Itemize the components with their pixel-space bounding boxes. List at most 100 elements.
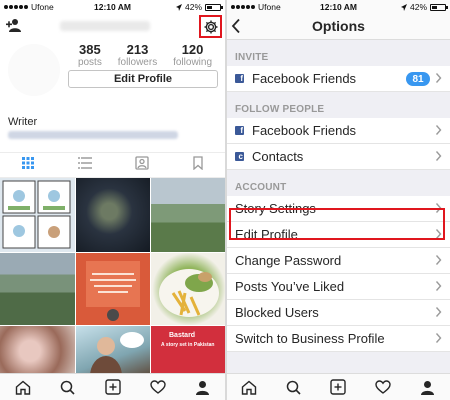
page-title: Options <box>312 18 365 34</box>
battery-percent: 42% <box>184 2 202 12</box>
stat-followers[interactable]: 213 followers <box>117 42 158 69</box>
add-post-icon[interactable] <box>328 377 348 397</box>
options-screen: Ufone 12:10 AM 42% Options INVITE f Face… <box>227 0 450 400</box>
profile-link-blurred[interactable] <box>8 131 178 139</box>
stat-label: following <box>173 57 213 68</box>
profile-icon[interactable] <box>193 377 213 397</box>
row-label: Edit Profile <box>235 227 298 242</box>
grid-photo[interactable] <box>0 326 75 376</box>
status-right: 42% <box>400 2 448 12</box>
gear-icon[interactable] <box>199 15 222 38</box>
location-icon <box>175 3 182 11</box>
profile-topbar <box>0 14 225 38</box>
section-invite: INVITE f Facebook Friends 81 <box>227 40 450 92</box>
food-photo <box>159 269 219 317</box>
grid-photo[interactable] <box>76 253 150 325</box>
stat-value: 213 <box>126 42 149 57</box>
tile-subtitle: A story set in Pakistan <box>161 342 215 348</box>
grid-photo[interactable]: Bastard A story set in Pakistan <box>151 326 225 376</box>
section-follow-people: FOLLOW PEOPLE f Facebook Friends c Conta… <box>227 92 450 170</box>
section-account: ACCOUNT Story Settings Edit Profile Chan… <box>227 170 450 352</box>
status-bar: Ufone 12:10 AM 42% <box>0 0 225 14</box>
grid-photo[interactable] <box>76 178 150 252</box>
row-label: Change Password <box>235 253 342 268</box>
home-icon[interactable] <box>13 377 33 397</box>
profile-screen: Ufone 12:10 AM 42% 385 posts 213 followe… <box>0 0 225 400</box>
chevron-right-icon <box>435 125 442 135</box>
chevron-right-icon <box>435 151 442 161</box>
edit-profile-row[interactable]: Edit Profile <box>227 222 450 248</box>
heart-icon[interactable] <box>148 377 168 397</box>
stat-following[interactable]: 120 following <box>173 42 213 69</box>
profile-stats: 385 posts 213 followers 120 following <box>70 42 220 69</box>
search-icon[interactable] <box>284 377 304 397</box>
stat-label: posts <box>77 57 102 68</box>
facebook-icon: f <box>235 126 244 135</box>
status-right: 42% <box>175 2 223 12</box>
business-profile-row[interactable]: Switch to Business Profile <box>227 326 450 352</box>
chevron-right-icon <box>435 281 442 291</box>
tagged-icon[interactable] <box>135 155 150 175</box>
chevron-right-icon <box>435 255 442 265</box>
grid-photo[interactable] <box>151 253 225 325</box>
bottom-nav <box>227 373 450 400</box>
home-icon[interactable] <box>239 377 259 397</box>
heart-icon[interactable] <box>373 377 393 397</box>
tile-title: Bastard <box>169 332 196 339</box>
bookmark-icon[interactable] <box>193 155 203 175</box>
invite-facebook-friends-row[interactable]: f Facebook Friends 81 <box>227 66 450 92</box>
username-blurred <box>60 21 150 31</box>
profile-view-tabs <box>0 152 225 178</box>
avatar[interactable] <box>8 44 60 96</box>
section-header: INVITE <box>235 52 269 63</box>
contacts-icon: c <box>235 152 244 161</box>
battery-icon <box>430 3 448 11</box>
edit-profile-button[interactable]: Edit Profile <box>68 70 218 88</box>
stat-posts[interactable]: 385 posts <box>77 42 102 69</box>
photo-grid: Bastard A story set in Pakistan <box>0 178 225 376</box>
bottom-nav <box>0 373 225 400</box>
section-header: ACCOUNT <box>235 182 287 193</box>
battery-icon <box>205 3 223 11</box>
add-user-icon[interactable] <box>6 18 22 37</box>
status-bar: Ufone 12:10 AM 42% <box>227 0 450 14</box>
stat-value: 120 <box>181 42 204 57</box>
row-label: Contacts <box>252 149 304 164</box>
story-settings-row[interactable]: Story Settings <box>227 196 450 222</box>
grid-photo[interactable] <box>76 326 150 376</box>
chevron-right-icon <box>435 73 442 83</box>
row-label: Facebook Friends <box>252 71 357 86</box>
quote-graphic <box>86 261 140 321</box>
chevron-right-icon <box>435 307 442 317</box>
comic-illustration <box>2 180 71 249</box>
grid-icon[interactable] <box>21 156 34 174</box>
stat-label: followers <box>117 57 158 68</box>
follow-contacts-row[interactable]: c Contacts <box>227 144 450 170</box>
location-icon <box>400 3 407 11</box>
grid-photo[interactable] <box>0 178 75 252</box>
section-header: FOLLOW PEOPLE <box>235 104 325 115</box>
list-icon[interactable] <box>77 156 92 174</box>
stat-value: 385 <box>79 42 101 57</box>
row-label: Story Settings <box>235 201 316 216</box>
row-label: Posts You’ve Liked <box>235 279 345 294</box>
row-label: Facebook Friends <box>252 123 357 138</box>
blocked-users-row[interactable]: Blocked Users <box>227 300 450 326</box>
profile-icon[interactable] <box>418 377 438 397</box>
chevron-right-icon <box>435 203 442 213</box>
chevron-right-icon <box>435 333 442 343</box>
posts-liked-row[interactable]: Posts You’ve Liked <box>227 274 450 300</box>
profile-bio: Writer <box>8 116 38 128</box>
search-icon[interactable] <box>58 377 78 397</box>
row-label: Switch to Business Profile <box>235 331 385 346</box>
grid-photo[interactable] <box>151 178 225 252</box>
grid-photo[interactable] <box>0 253 75 325</box>
portrait-photo <box>90 332 144 376</box>
facebook-icon: f <box>235 74 244 83</box>
follow-facebook-friends-row[interactable]: f Facebook Friends <box>227 118 450 144</box>
options-header: Options <box>227 14 450 40</box>
chevron-right-icon <box>435 229 442 239</box>
add-post-icon[interactable] <box>103 377 123 397</box>
invite-count-badge: 81 <box>406 72 430 86</box>
change-password-row[interactable]: Change Password <box>227 248 450 274</box>
